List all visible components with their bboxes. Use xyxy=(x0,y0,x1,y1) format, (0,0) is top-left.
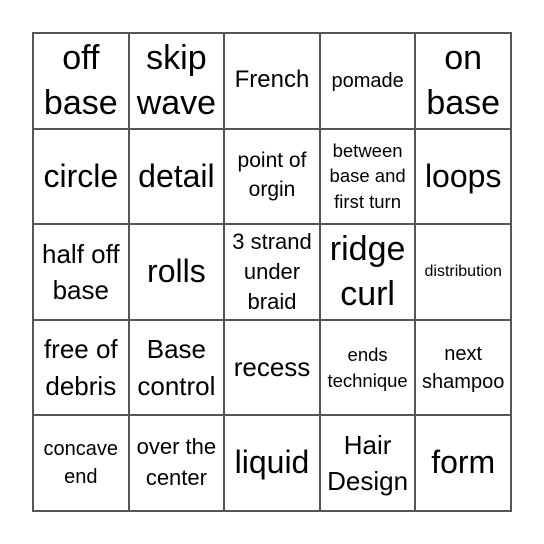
bingo-cell[interactable]: distribution xyxy=(415,224,511,320)
bingo-cell[interactable]: Base control xyxy=(128,319,225,416)
bingo-cell[interactable]: over the center xyxy=(128,415,225,511)
bingo-cell[interactable]: detail xyxy=(128,128,225,225)
bingo-cell[interactable]: 3 strand under braid xyxy=(224,224,320,320)
bingo-cell[interactable]: recess xyxy=(224,319,320,416)
bingo-cell[interactable]: liquid xyxy=(224,415,320,511)
bingo-cell[interactable]: on base xyxy=(415,33,511,129)
bingo-cell[interactable]: pomade xyxy=(319,33,416,129)
bingo-cell[interactable]: skip wave xyxy=(128,33,225,129)
bingo-cell[interactable]: form xyxy=(415,415,511,511)
bingo-cell[interactable]: free of debris xyxy=(33,319,129,416)
bingo-cell[interactable]: loops xyxy=(415,128,511,225)
bingo-cell[interactable]: rolls xyxy=(128,224,225,320)
bingo-cell[interactable]: ridge curl xyxy=(319,224,416,320)
bingo-cell[interactable]: ends technique xyxy=(319,319,416,416)
bingo-cell[interactable]: French xyxy=(224,33,320,129)
bingo-cell[interactable]: Hair Design xyxy=(319,415,416,511)
bingo-card: off base skip wave French pomade on base… xyxy=(32,32,512,512)
bingo-cell[interactable]: off base xyxy=(33,33,129,129)
bingo-cell[interactable]: point of orgin xyxy=(224,128,320,225)
bingo-cell[interactable]: next shampoo xyxy=(415,319,511,416)
bingo-cell[interactable]: between base and first turn xyxy=(319,128,416,225)
bingo-cell[interactable]: half off base xyxy=(33,224,129,320)
bingo-cell[interactable]: concave end xyxy=(33,415,129,511)
bingo-cell[interactable]: circle xyxy=(33,128,129,225)
